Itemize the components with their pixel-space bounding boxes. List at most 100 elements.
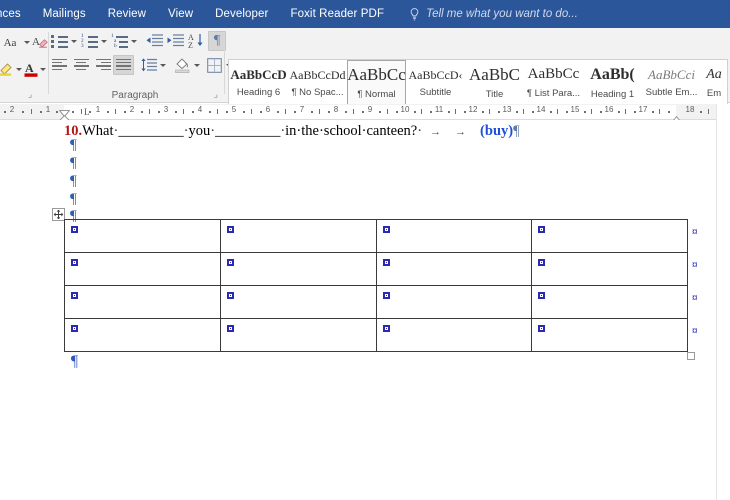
table-cell-r2c4[interactable] (532, 253, 688, 286)
table-cell-r2c1[interactable] (65, 253, 221, 286)
table-row[interactable] (65, 220, 688, 253)
ruler-mark: 12 (469, 105, 478, 114)
tab-references[interactable]: nces (0, 0, 32, 28)
paragraph-dialog-launcher[interactable]: ⌟ (214, 89, 218, 100)
multilevel-list-dropdown[interactable] (129, 36, 139, 46)
pilcrow-icon: ¶ (214, 34, 220, 48)
ruler-mark: 10 (401, 105, 410, 114)
table-row[interactable] (65, 319, 688, 352)
document-page[interactable]: 10.What·_________·you·_________·in·the·s… (0, 120, 730, 500)
table-cell-r3c2[interactable] (220, 286, 376, 319)
empty-paragraph-mark-3[interactable]: ¶ (70, 174, 77, 189)
align-center-button[interactable] (71, 56, 91, 74)
document-table[interactable] (64, 219, 688, 352)
style-item-subtle-emphasis[interactable]: AaBbCci Subtle Em... (642, 60, 701, 106)
align-right-button[interactable] (92, 56, 112, 74)
font-color-dropdown[interactable] (38, 64, 48, 74)
question-text-tail: in·the·school·canteen? (285, 123, 417, 139)
paragraph-mark-after-table[interactable]: ¶ (70, 354, 78, 370)
line-spacing-button[interactable] (139, 56, 158, 74)
line-spacing-dropdown[interactable] (158, 60, 168, 70)
borders-button[interactable] (205, 56, 224, 74)
tab-view[interactable]: View (157, 0, 204, 28)
table-cell-r1c2[interactable] (220, 220, 376, 253)
style-preview: AaBb( (590, 67, 634, 83)
clear-formatting-button[interactable]: A (30, 32, 50, 52)
table-cell-r2c2[interactable] (220, 253, 376, 286)
shading-button[interactable] (173, 56, 192, 74)
ruler-mark: 5 (232, 105, 236, 114)
table-cell-r4c3[interactable] (376, 319, 532, 352)
table-cell-r4c1[interactable] (65, 319, 221, 352)
vertical-scrollbar-area[interactable] (716, 104, 730, 500)
sort-icon: A Z (188, 33, 205, 49)
style-item-no-spacing[interactable]: AaBbCcDd ¶ No Spac... (288, 60, 347, 106)
tab-developer[interactable]: Developer (204, 0, 279, 28)
horizontal-ruler[interactable]: 2 1 1 2 3 4 5 6 7 8 9 10 11 12 13 14 (0, 104, 730, 120)
cell-end-marker (227, 292, 234, 299)
tab-mailings[interactable]: Mailings (32, 0, 97, 28)
move-cross-icon (54, 210, 63, 219)
style-item-subtitle[interactable]: AaBbCcD‹ Subtitle (406, 60, 465, 106)
question-text-you: you (188, 123, 210, 139)
ruler-mark: 18 (686, 105, 695, 114)
style-item-title[interactable]: AaBbC Title (465, 60, 524, 106)
style-preview: AaBbCc (528, 67, 580, 82)
tell-me-search[interactable]: Tell me what you want to do... (409, 8, 578, 21)
table-cell-r1c3[interactable] (376, 220, 532, 253)
tab-foxit-reader-pdf[interactable]: Foxit Reader PDF (279, 0, 395, 28)
table-row[interactable] (65, 253, 688, 286)
table-row[interactable] (65, 286, 688, 319)
cell-end-marker (71, 259, 78, 266)
style-item-list-paragraph[interactable]: AaBbCc ¶ List Para... (524, 60, 583, 106)
paragraph-mark: ¶ (513, 123, 520, 139)
justify-button[interactable] (113, 55, 134, 75)
svg-text:A: A (25, 61, 34, 75)
table-cell-r3c4[interactable] (532, 286, 688, 319)
table-cell-r2c3[interactable] (376, 253, 532, 286)
style-name: ¶ List Para... (527, 88, 580, 99)
ruler-mark: 17 (639, 105, 648, 114)
align-right-icon (94, 59, 111, 72)
increase-indent-button[interactable] (165, 32, 185, 50)
table-cell-r3c1[interactable] (65, 286, 221, 319)
change-case-button[interactable]: Aa (0, 34, 24, 52)
left-indent-marker[interactable] (59, 111, 70, 120)
style-item-emphasis[interactable]: Aa Em (701, 60, 727, 106)
table-cell-r1c1[interactable] (65, 220, 221, 253)
shading-dropdown[interactable] (192, 60, 202, 70)
style-name: Subtle Em... (646, 87, 698, 98)
document-line-question-10[interactable]: 10.What·_________·you·_________·in·the·s… (64, 122, 520, 141)
table-cell-r3c3[interactable] (376, 286, 532, 319)
tab-stop-marker[interactable]: L (84, 108, 90, 117)
chevron-down-icon (131, 40, 137, 43)
sort-button[interactable]: A Z (187, 32, 206, 50)
style-item-heading-6[interactable]: AaBbCcD Heading 6 (229, 60, 288, 106)
style-item-normal[interactable]: AaBbCc ¶ Normal (347, 60, 406, 106)
table-cell-r4c2[interactable] (220, 319, 376, 352)
decrease-indent-button[interactable] (144, 32, 164, 50)
ribbon-tab-bar: nces Mailings Review View Developer Foxi… (0, 0, 730, 28)
numbering-dropdown[interactable] (99, 36, 109, 46)
bullets-dropdown[interactable] (69, 36, 79, 46)
table-resize-handle[interactable] (687, 352, 695, 360)
table-cell-r1c4[interactable] (532, 220, 688, 253)
group-divider (224, 32, 225, 94)
style-item-heading-1[interactable]: AaBb( Heading 1 (583, 60, 642, 106)
ruler-mark: 11 (435, 105, 443, 114)
empty-paragraph-mark-4[interactable]: ¶ (70, 192, 77, 207)
first-line-indent-marker[interactable] (59, 104, 70, 111)
multilevel-list-button[interactable]: 1 a b (110, 32, 129, 50)
empty-paragraph-mark-2[interactable]: ¶ (70, 156, 77, 171)
ruler-mark: 7 (300, 105, 304, 114)
right-indent-marker[interactable] (671, 111, 682, 119)
tab-review[interactable]: Review (97, 0, 157, 28)
bullets-button[interactable] (50, 32, 69, 50)
empty-paragraph-mark-1[interactable]: ¶ (70, 138, 77, 153)
row-end-marker-2: ¤ (692, 260, 698, 271)
font-dialog-launcher[interactable]: ⌟ (28, 89, 32, 100)
table-cell-r4c4[interactable] (532, 319, 688, 352)
align-left-button[interactable] (50, 56, 70, 74)
numbering-button[interactable]: 1 2 3 (80, 32, 99, 50)
borders-icon (207, 58, 222, 73)
